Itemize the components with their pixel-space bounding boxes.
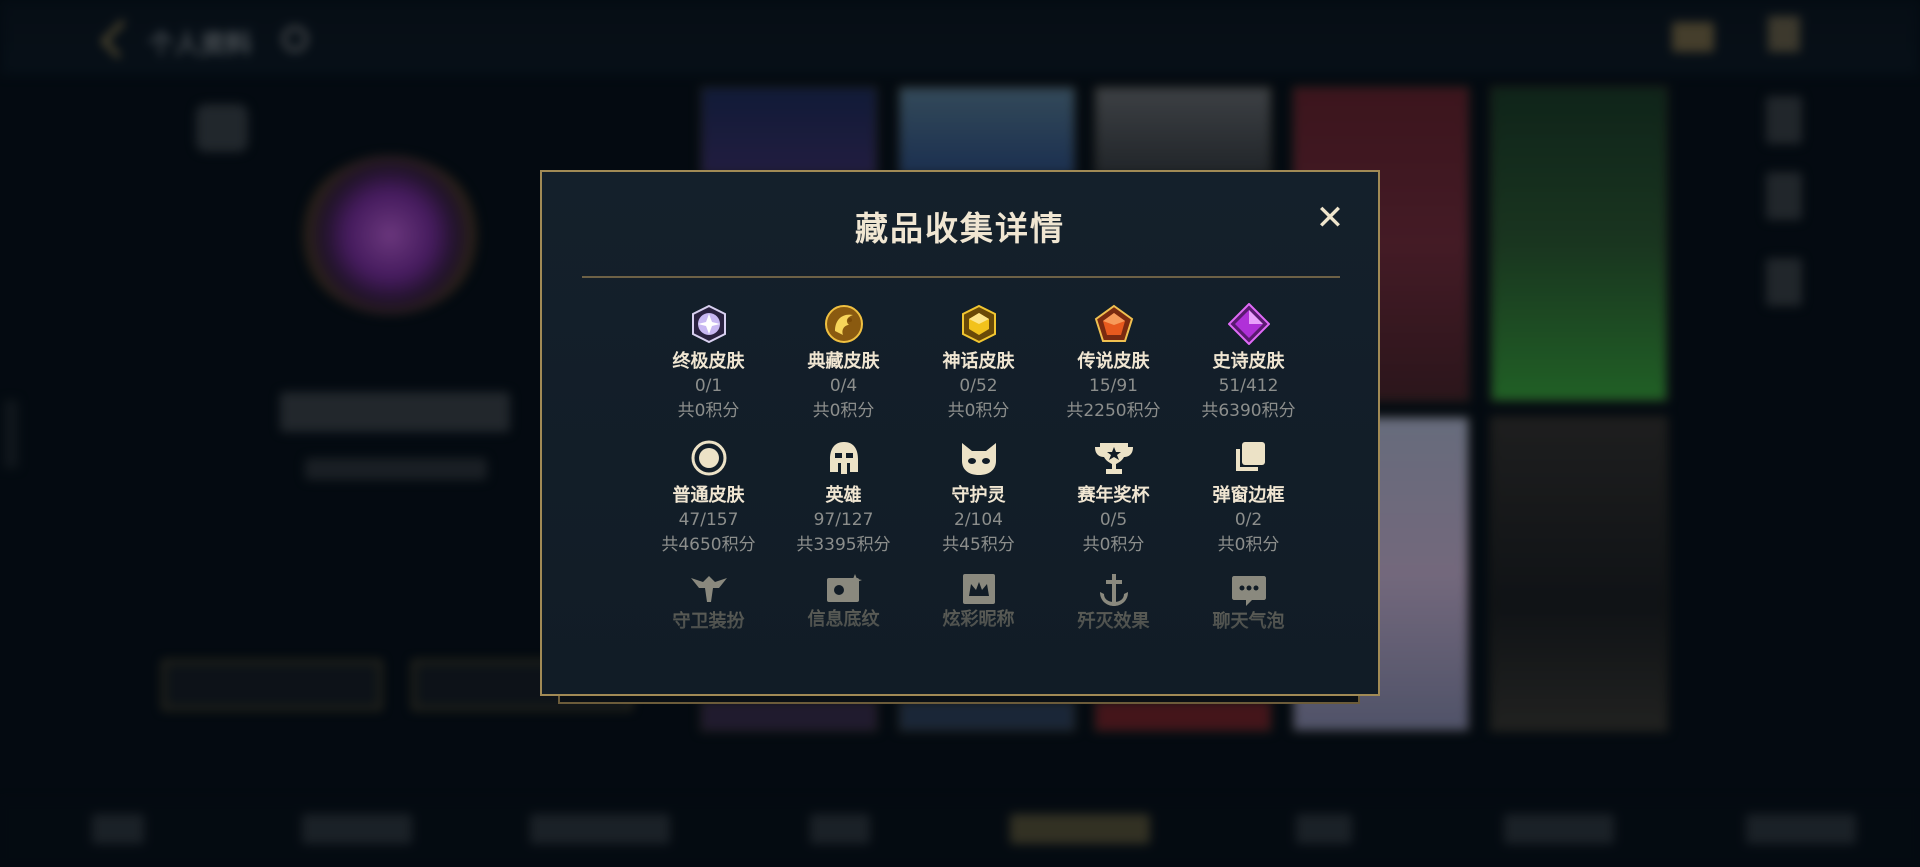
- item-points: 共0积分: [947, 401, 1010, 421]
- item-count: 0/52: [959, 376, 998, 396]
- item-label: 弹窗边框: [1212, 485, 1285, 506]
- item-label: 英雄: [825, 485, 862, 506]
- finisher-effect-icon: [1090, 572, 1138, 608]
- item-label: 传说皮肤: [1077, 351, 1150, 372]
- item-label: 守护灵: [951, 485, 1006, 506]
- item-label: 典藏皮肤: [807, 351, 880, 372]
- item-label: 聊天气泡: [1212, 611, 1285, 632]
- collection-item-companion[interactable]: 守护灵 2/104 共45积分: [911, 434, 1046, 568]
- item-label: 炫彩昵称: [942, 609, 1015, 630]
- trophy-icon: [1090, 434, 1138, 482]
- item-points: 共0积分: [677, 401, 740, 421]
- item-points: 共2250积分: [1066, 401, 1161, 421]
- item-count: 51/412: [1218, 376, 1279, 396]
- item-count: 0/5: [1099, 510, 1128, 530]
- collection-row: 守卫装扮 信息底纹 炫彩昵称 歼灭效果 聊天气泡: [641, 568, 1316, 632]
- ward-skin-icon: [685, 572, 733, 608]
- item-label: 普通皮肤: [672, 485, 745, 506]
- item-points: 共0积分: [1082, 535, 1145, 555]
- prestige-skin-icon: [820, 300, 868, 348]
- mythic-skin-icon: [955, 300, 1003, 348]
- close-button[interactable]: ✕: [1310, 198, 1350, 238]
- companion-icon: [955, 434, 1003, 482]
- standard-skin-icon: [685, 434, 733, 482]
- collection-row: 普通皮肤 47/157 共4650积分 英雄 97/127 共3395积分 守护…: [641, 434, 1316, 568]
- legendary-skin-icon: [1090, 300, 1138, 348]
- item-points: 共0积分: [812, 401, 875, 421]
- item-count: 0/1: [694, 376, 723, 396]
- item-points: 共45积分: [942, 535, 1015, 555]
- collection-details-dialog: 藏品收集详情 ✕ 终极皮肤 0/1 共0积分 典藏皮肤 0/4 共0积分 神话皮…: [540, 170, 1380, 696]
- item-label: 歼灭效果: [1077, 611, 1150, 632]
- collection-item-epic-skin[interactable]: 史诗皮肤 51/412 共6390积分: [1181, 300, 1316, 434]
- collection-item-ultimate-skin[interactable]: 终极皮肤 0/1 共0积分: [641, 300, 776, 434]
- item-label: 守卫装扮: [672, 611, 745, 632]
- item-points: 共0积分: [1217, 535, 1280, 555]
- title-divider: [582, 276, 1340, 278]
- item-points: 共6390积分: [1201, 401, 1296, 421]
- popup-frame-icon: [1225, 434, 1273, 482]
- collection-item-standard-skin[interactable]: 普通皮肤 47/157 共4650积分: [641, 434, 776, 568]
- item-label: 史诗皮肤: [1212, 351, 1285, 372]
- item-count: 2/104: [954, 510, 1003, 530]
- epic-skin-icon: [1225, 300, 1273, 348]
- item-count: 0/4: [829, 376, 858, 396]
- item-count: 15/91: [1089, 376, 1138, 396]
- collection-item-chat-bubble[interactable]: 聊天气泡: [1181, 568, 1316, 632]
- item-label: 赛年奖杯: [1077, 485, 1150, 506]
- item-points: 共3395积分: [796, 535, 891, 555]
- item-points: 共4650积分: [661, 535, 756, 555]
- collection-item-nickname[interactable]: 炫彩昵称: [911, 568, 1046, 632]
- item-count: 47/157: [678, 510, 739, 530]
- dialog-title: 藏品收集详情: [855, 209, 1065, 248]
- banner-icon: [820, 572, 868, 606]
- item-count: 97/127: [813, 510, 874, 530]
- collection-item-legendary-skin[interactable]: 传说皮肤 15/91 共2250积分: [1046, 300, 1181, 434]
- collection-item-banner[interactable]: 信息底纹: [776, 568, 911, 632]
- collection-item-ward-skin[interactable]: 守卫装扮: [641, 568, 776, 632]
- chat-bubble-icon: [1225, 572, 1273, 608]
- collection-item-finisher-effect[interactable]: 歼灭效果: [1046, 568, 1181, 632]
- collection-item-trophy[interactable]: 赛年奖杯 0/5 共0积分: [1046, 434, 1181, 568]
- collection-grid: 终极皮肤 0/1 共0积分 典藏皮肤 0/4 共0积分 神话皮肤 0/52 共0…: [641, 300, 1316, 632]
- ultimate-skin-icon: [685, 300, 733, 348]
- collection-row: 终极皮肤 0/1 共0积分 典藏皮肤 0/4 共0积分 神话皮肤 0/52 共0…: [641, 300, 1316, 434]
- champion-helmet-icon: [820, 434, 868, 482]
- item-label: 信息底纹: [807, 609, 880, 630]
- item-label: 终极皮肤: [672, 351, 745, 372]
- item-label: 神话皮肤: [942, 351, 1015, 372]
- collection-item-champion[interactable]: 英雄 97/127 共3395积分: [776, 434, 911, 568]
- collection-item-prestige-skin[interactable]: 典藏皮肤 0/4 共0积分: [776, 300, 911, 434]
- nickname-icon: [955, 572, 1003, 606]
- item-count: 0/2: [1234, 510, 1263, 530]
- collection-item-mythic-skin[interactable]: 神话皮肤 0/52 共0积分: [911, 300, 1046, 434]
- collection-item-popup-frame[interactable]: 弹窗边框 0/2 共0积分: [1181, 434, 1316, 568]
